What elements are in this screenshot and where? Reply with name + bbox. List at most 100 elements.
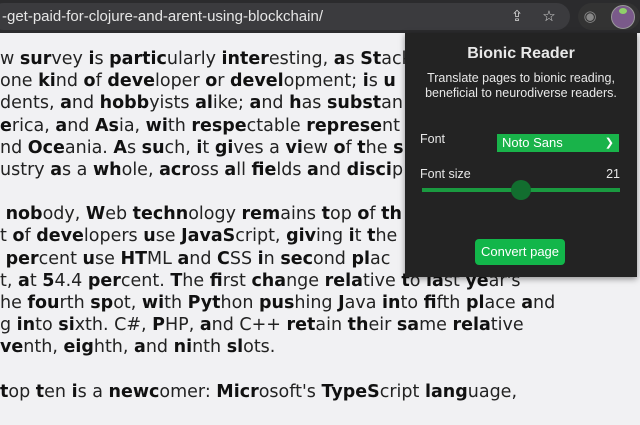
text-segment: me [419, 315, 453, 336]
text-segment: HP, [164, 315, 200, 336]
text-segment: nge [286, 270, 325, 291]
text-segment: ia, [118, 115, 146, 136]
slider-thumb[interactable] [511, 180, 531, 200]
bold-fixation: lang [424, 381, 468, 402]
bold-fixation: deve [36, 226, 84, 247]
text-segment: op [8, 381, 36, 402]
text-line: he fourth spot, with Python pushing Java… [0, 292, 555, 314]
bold-fixation: t [35, 381, 45, 402]
bold-fixation: su [141, 137, 165, 158]
text-segment: se [155, 226, 182, 247]
text-segment: s [126, 137, 142, 158]
bold-fixation: T [170, 270, 183, 291]
text-segment: th [164, 293, 188, 314]
text-segment: nd [261, 93, 290, 114]
bold-fixation: sec [280, 248, 313, 269]
text-segment: he [0, 293, 28, 314]
text-segment: ot, [113, 293, 142, 314]
bold-fixation: o [83, 71, 96, 92]
bold-fixation: sur [19, 49, 52, 69]
bold-fixation: s [393, 137, 404, 158]
text-segment: p [391, 160, 404, 181]
text-segment: eb [105, 204, 133, 225]
text-segment: f [24, 226, 37, 247]
text-segment: hing [294, 293, 339, 314]
text-segment: ain [315, 315, 348, 336]
text-segment: s [345, 49, 361, 69]
text-segment: ch, [164, 137, 197, 158]
text-segment: nd [67, 115, 95, 136]
text-segment: f [369, 204, 382, 225]
text-segment: esting, [268, 49, 334, 69]
text-segment: n [263, 248, 281, 269]
text-segment: cript, [235, 226, 287, 247]
bold-fixation: wi [145, 115, 168, 136]
bold-fixation: a [134, 337, 146, 358]
text-segment: t [354, 226, 368, 247]
bold-fixation: e [0, 115, 12, 136]
font-size-slider[interactable] [422, 180, 620, 200]
text-segment: uage, [467, 381, 518, 402]
browser-toolbar: -get-paid-for-clojure-and-arent-using-bl… [0, 0, 640, 33]
bold-fixation: rem [241, 204, 281, 225]
bold-fixation: pl [465, 293, 485, 314]
bold-fixation: Micr [216, 381, 259, 402]
bold-fixation: ve [0, 337, 24, 358]
bold-fixation: sl [226, 337, 244, 358]
bold-fixation: th [381, 204, 402, 225]
bold-fixation: in [382, 293, 401, 314]
bold-fixation: u [143, 226, 156, 247]
text-segment: nth, [23, 337, 64, 358]
bold-fixation: P [152, 315, 165, 336]
star-icon[interactable]: ☆ [539, 6, 559, 26]
bold-fixation: a [521, 293, 533, 314]
text-segment: eir [368, 315, 397, 336]
text-segment: ML [147, 248, 178, 269]
text-segment: t [0, 226, 13, 247]
bold-fixation: rela [452, 315, 491, 336]
bold-fixation: pl [351, 248, 370, 269]
bold-fixation: newc [108, 381, 160, 402]
bold-fixation: techn [132, 204, 189, 225]
bold-fixation: A [113, 137, 127, 158]
font-select[interactable]: Noto Sans ❯ [497, 134, 619, 152]
text-segment: nt [382, 115, 400, 136]
bold-fixation: fou [27, 293, 60, 314]
bold-fixation: TypeS [321, 381, 380, 402]
bold-fixation: a [50, 160, 62, 181]
font-size-label: Font size [420, 167, 471, 181]
bold-fixation: a [55, 115, 68, 136]
bionic-reader-extension-icon[interactable] [611, 5, 635, 29]
text-segment: ew [302, 137, 334, 158]
share-icon[interactable]: ⇪ [507, 6, 527, 26]
bold-fixation: fi [209, 270, 223, 291]
bold-fixation: h [289, 93, 302, 114]
bold-fixation: Pyt [187, 293, 221, 314]
chevron-down-icon: ❯ [604, 137, 614, 149]
convert-page-button[interactable]: Convert page [475, 239, 565, 265]
bold-fixation: acr [159, 160, 190, 181]
text-segment: ac [370, 248, 391, 269]
bold-fixation: eig [63, 337, 94, 358]
text-segment: an [381, 93, 403, 114]
text-segment: ves a [233, 137, 286, 158]
text-segment: nd [318, 160, 347, 181]
text-segment: tive [362, 270, 402, 291]
bold-fixation: sa [396, 315, 420, 336]
text-segment: lopers [83, 226, 144, 247]
text-segment: rth [59, 293, 91, 314]
text-segment: w [0, 49, 20, 69]
text-segment: ava [344, 293, 382, 314]
bold-fixation: t [321, 204, 330, 225]
text-segment: cent. [120, 270, 171, 291]
url-text[interactable]: -get-paid-for-clojure-and-arent-using-bl… [2, 8, 323, 25]
bold-fixation: deve [107, 71, 155, 92]
text-segment: he [375, 226, 398, 247]
text-segment: f [345, 137, 358, 158]
text-segment: nd [55, 71, 84, 92]
eye-icon[interactable]: ◉ [580, 6, 600, 26]
text-segment: nd C++ [211, 315, 287, 336]
address-bar[interactable]: -get-paid-for-clojure-and-arent-using-bl… [0, 3, 570, 30]
text-line: venth, eighth, and ninth slots. [0, 336, 555, 358]
bold-fixation: sp [90, 293, 114, 314]
